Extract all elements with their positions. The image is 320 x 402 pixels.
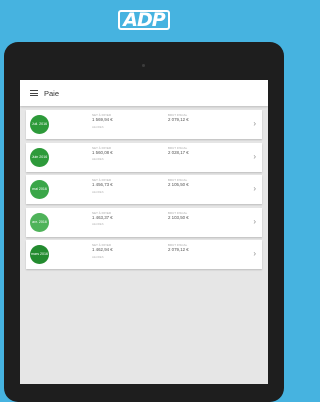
chevron-right-icon[interactable]: › xyxy=(253,152,256,161)
brut-column: BRUT FISCAL 2 103,50 € xyxy=(168,210,189,221)
brut-label: BRUT FISCAL xyxy=(168,210,188,215)
chevron-right-icon[interactable]: › xyxy=(253,217,256,226)
app-bar: Paie xyxy=(20,80,268,106)
net-value: 1 456,73 € xyxy=(92,182,113,188)
hours-label: HEURES xyxy=(92,254,104,259)
net-column: NET À PAYER 1 462,94 € HEURES xyxy=(92,244,113,259)
hamburger-menu-icon[interactable] xyxy=(30,90,38,96)
payslip-card[interactable]: mars 2016 NET À PAYER 1 462,94 € HEURES … xyxy=(26,240,262,269)
net-value: 1 462,94 € xyxy=(92,247,113,253)
brut-value: 2 103,50 € xyxy=(168,214,189,220)
brut-column: BRUT FISCAL 2 028,17 € xyxy=(168,145,189,156)
period-badge: mars 2016 xyxy=(30,245,49,264)
brut-value: 2 079,12 € xyxy=(168,247,189,253)
app-screen: Paie Juil. 2016 NET À PAYER 1 569,94 € H… xyxy=(20,80,268,384)
chevron-right-icon[interactable]: › xyxy=(253,250,256,258)
chevron-right-icon[interactable]: › xyxy=(253,185,256,193)
net-label: NET À PAYER xyxy=(92,210,112,215)
net-value: 1 560,08 € xyxy=(92,149,113,155)
brut-column: BRUT FISCAL 2 079,12 € xyxy=(168,114,189,123)
brut-value: 2 105,50 € xyxy=(168,182,189,188)
camera xyxy=(142,64,145,67)
net-value: 1 463,37 € xyxy=(92,214,113,220)
hours-label: HEURES xyxy=(92,124,104,129)
payslip-list: Juil. 2016 NET À PAYER 1 569,94 € HEURES… xyxy=(20,106,268,277)
net-value: 1 569,94 € xyxy=(92,117,113,123)
payslip-card[interactable]: Juil. 2016 NET À PAYER 1 569,94 € HEURES… xyxy=(26,110,262,139)
period-badge: Juin 2016 xyxy=(30,147,49,167)
period-badge: Juil. 2016 xyxy=(30,115,49,134)
brut-column: BRUT FISCAL 2 105,50 € xyxy=(168,179,189,188)
payslip-card[interactable]: mai 2016 NET À PAYER 1 456,73 € HEURES B… xyxy=(26,175,262,204)
net-column: NET À PAYER 1 456,73 € HEURES xyxy=(92,179,113,194)
payslip-card[interactable]: Juin 2016 NET À PAYER 1 560,08 € HEURES … xyxy=(26,142,262,172)
net-column: NET À PAYER 1 463,37 € HEURES xyxy=(92,210,113,227)
payslip-card[interactable]: avr. 2016 NET À PAYER 1 463,37 € HEURES … xyxy=(26,207,262,237)
brut-value: 2 028,17 € xyxy=(168,149,189,155)
brut-label: BRUT FISCAL xyxy=(168,145,188,150)
net-column: NET À PAYER 1 569,94 € HEURES xyxy=(92,114,113,129)
brut-column: BRUT FISCAL 2 079,12 € xyxy=(168,244,189,253)
app-title: Paie xyxy=(44,88,60,98)
brut-value: 2 079,12 € xyxy=(168,117,189,123)
net-label: NET À PAYER xyxy=(92,145,112,150)
adp-logo: ADP xyxy=(0,9,288,31)
hours-label: HEURES xyxy=(92,157,104,162)
hours-label: HEURES xyxy=(92,222,104,227)
period-badge: mai 2016 xyxy=(30,180,49,199)
hours-label: HEURES xyxy=(92,189,104,194)
net-column: NET À PAYER 1 560,08 € HEURES xyxy=(92,145,113,162)
chevron-right-icon[interactable]: › xyxy=(253,120,256,128)
period-badge: avr. 2016 xyxy=(30,212,49,232)
